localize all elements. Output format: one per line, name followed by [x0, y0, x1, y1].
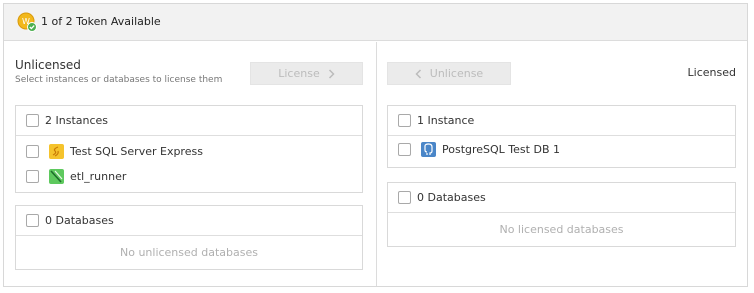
- licensed-databases-count: 0 Databases: [417, 191, 486, 204]
- instance-row[interactable]: PostgreSQL Test DB 1: [388, 137, 735, 162]
- licensed-title: Licensed: [687, 66, 736, 79]
- instance-label: Test SQL Server Express: [70, 145, 203, 158]
- unlicensed-databases-header: 0 Databases: [16, 206, 362, 236]
- select-all-databases-checkbox[interactable]: [398, 191, 411, 204]
- instance-label: PostgreSQL Test DB 1: [442, 143, 560, 156]
- pane-divider: [376, 42, 377, 286]
- unlicensed-databases-count: 0 Databases: [45, 214, 114, 227]
- instance-checkbox[interactable]: [26, 170, 39, 183]
- unlicensed-title: Unlicensed: [15, 58, 81, 72]
- unlicense-button-label: Unlicense: [429, 67, 484, 80]
- postgresql-icon: [421, 142, 436, 157]
- unlicensed-instances-header: 2 Instances: [16, 106, 362, 136]
- instance-row[interactable]: etl_runner: [16, 164, 362, 189]
- select-all-instances-checkbox[interactable]: [398, 114, 411, 127]
- licensed-databases-box: 0 Databases No licensed databases: [387, 182, 736, 247]
- unlicensed-databases-empty: No unlicensed databases: [119, 246, 258, 259]
- instance-checkbox[interactable]: [398, 143, 411, 156]
- licensed-instances-count: 1 Instance: [417, 114, 475, 127]
- licensed-databases-empty: No licensed databases: [499, 223, 624, 236]
- unlicensed-instances-box: 2 Instances Test SQL Server Express etl_…: [15, 105, 363, 193]
- unlicensed-instances-count: 2 Instances: [45, 114, 109, 127]
- etl-runner-icon: [49, 169, 64, 184]
- sql-server-icon: [49, 144, 64, 159]
- chevron-right-icon: [328, 68, 335, 79]
- instance-label: etl_runner: [70, 170, 127, 183]
- select-all-databases-checkbox[interactable]: [26, 214, 39, 227]
- licensed-instances-header: 1 Instance: [388, 106, 735, 136]
- token-status-bar: W 1 of 2 Token Available: [4, 4, 747, 41]
- instance-checkbox[interactable]: [26, 145, 39, 158]
- instance-row[interactable]: Test SQL Server Express: [16, 139, 362, 164]
- unlicensed-databases-box: 0 Databases No unlicensed databases: [15, 205, 363, 270]
- select-all-instances-checkbox[interactable]: [26, 114, 39, 127]
- token-coin-icon: W: [17, 12, 37, 32]
- token-status-text: 1 of 2 Token Available: [41, 15, 161, 28]
- license-button-label: License: [278, 67, 320, 80]
- license-button[interactable]: License: [250, 62, 363, 85]
- unlicensed-subtitle: Select instances or databases to license…: [15, 75, 223, 85]
- licensed-instances-box: 1 Instance PostgreSQL Test DB 1: [387, 105, 736, 168]
- chevron-left-icon: [415, 68, 421, 79]
- licensed-databases-header: 0 Databases: [388, 183, 735, 213]
- license-panel: W 1 of 2 Token Available Unlicensed Sele…: [3, 3, 748, 287]
- unlicense-button[interactable]: Unlicense: [387, 62, 511, 85]
